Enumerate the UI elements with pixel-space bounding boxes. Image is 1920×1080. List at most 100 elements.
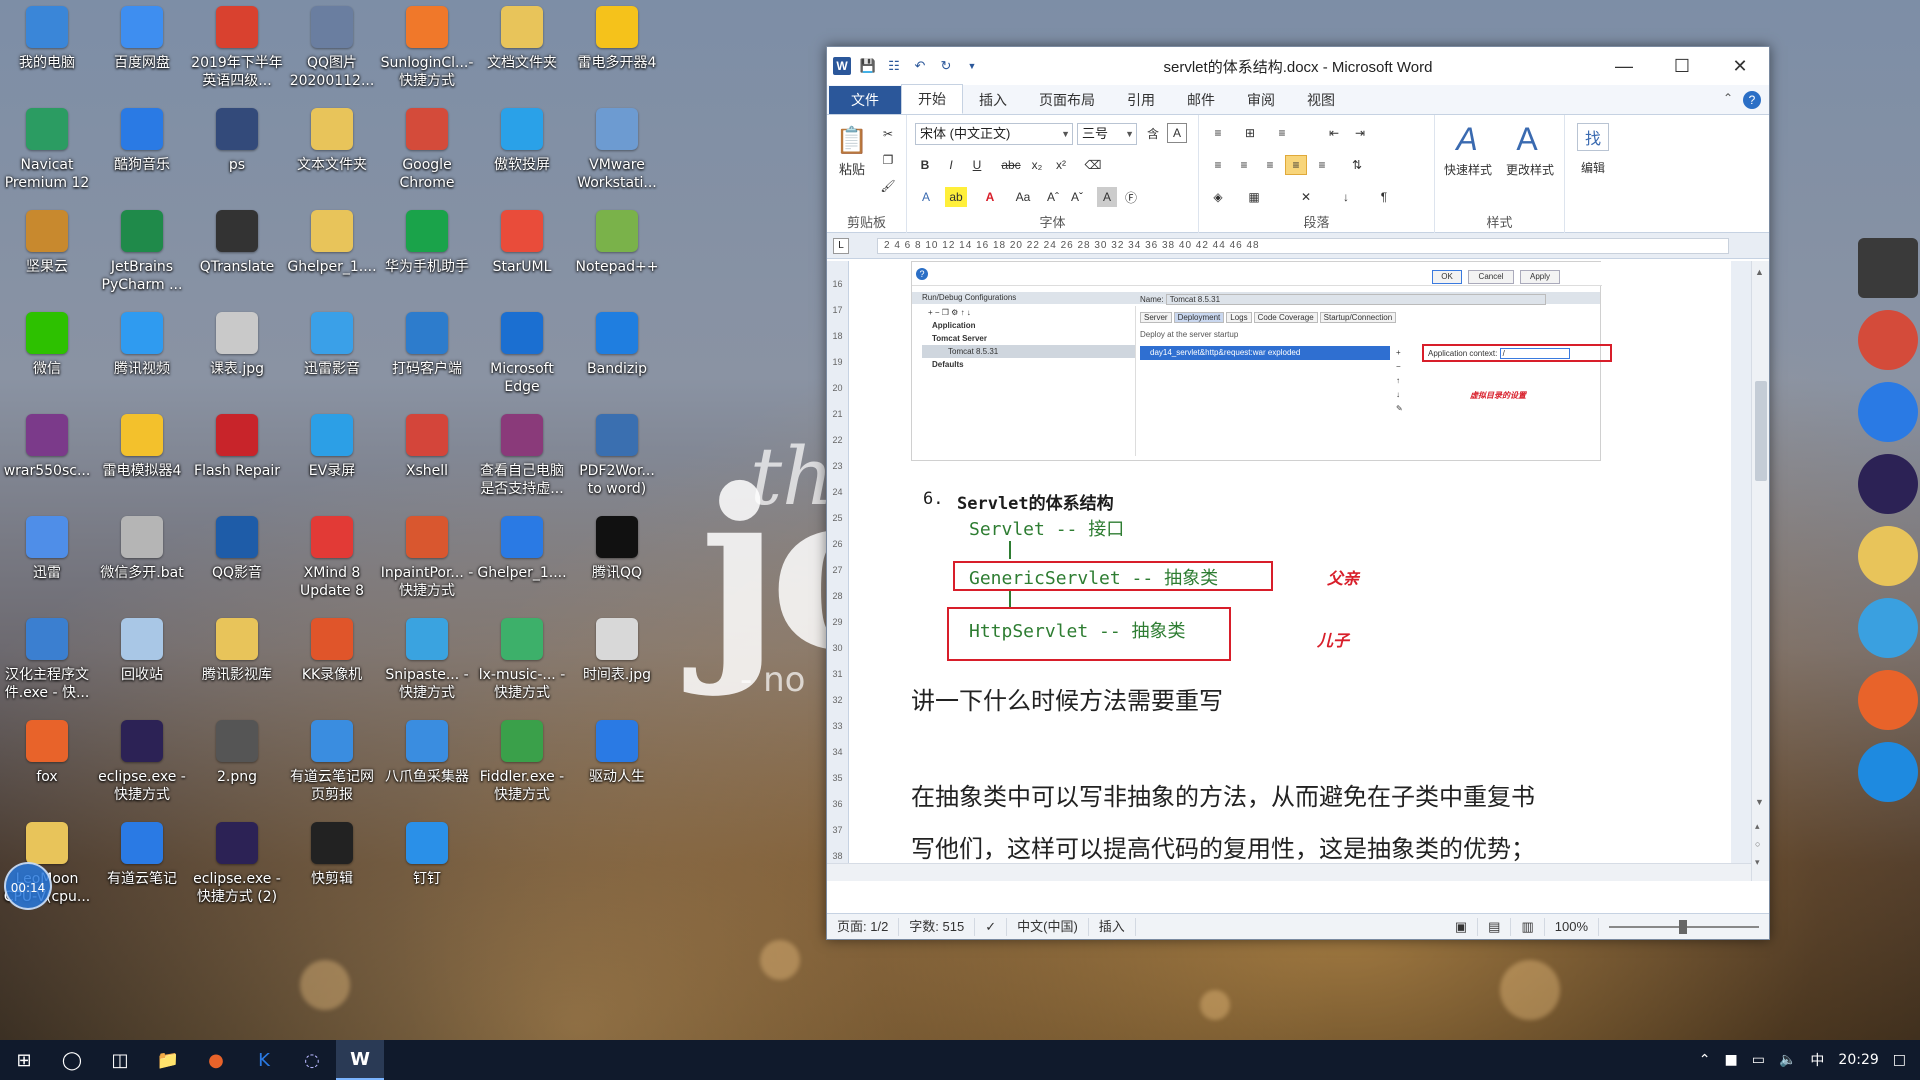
desktop-icon[interactable]: StarUML (475, 206, 569, 276)
chinese-layout-icon[interactable]: ✕ (1295, 187, 1317, 207)
subscript-button[interactable]: x₂ (1027, 155, 1047, 175)
distributed-icon[interactable]: ≡ (1311, 155, 1333, 175)
show-marks-icon[interactable]: ¶ (1373, 187, 1395, 207)
desktop-icon[interactable]: 微信多开.bat (95, 512, 189, 582)
document-page[interactable]: ? OK Cancel Apply Run/Debug Configuratio… (849, 261, 1731, 881)
desktop-icon[interactable]: Xshell (380, 410, 474, 480)
increase-indent-icon[interactable]: ⇥ (1349, 123, 1371, 143)
clear-format-icon[interactable]: ⌫ (1083, 155, 1103, 175)
volume-icon[interactable]: 🔈 (1779, 1052, 1796, 1068)
grid-app-icon[interactable] (1858, 238, 1918, 298)
text-effect-icon[interactable]: A (915, 187, 937, 207)
change-styles-icon[interactable]: A (1507, 121, 1547, 157)
word-taskbar-icon[interactable]: W (336, 1040, 384, 1080)
desktop-icon[interactable]: 课表.jpg (190, 308, 284, 378)
battery-icon[interactable]: ▭ (1752, 1052, 1765, 1068)
web-layout-icon[interactable]: ▥ (1511, 917, 1545, 936)
paste-button[interactable]: 粘贴 (835, 159, 869, 178)
kugou-icon[interactable]: K (240, 1040, 288, 1080)
desktop-icon[interactable]: VMware Workstati... (570, 104, 664, 192)
desktop-icon[interactable]: 八爪鱼采集器 (380, 716, 474, 786)
desktop-icon[interactable]: 迅雷影音 (285, 308, 379, 378)
font-size-select[interactable]: 三号 ▼ (1077, 123, 1137, 145)
align-right-icon[interactable]: ≡ (1259, 155, 1281, 175)
desktop-icon[interactable]: 傲软投屏 (475, 104, 569, 174)
tray-app-icon[interactable]: ■ (1725, 1052, 1738, 1068)
align-center-icon[interactable]: ≡ (1233, 155, 1255, 175)
desktop-icon[interactable]: QTranslate (190, 206, 284, 276)
superscript-button[interactable]: x² (1051, 155, 1071, 175)
decrease-indent-icon[interactable]: ⇤ (1323, 123, 1345, 143)
huawei-hisuite-icon[interactable] (1858, 598, 1918, 658)
enclose-char-icon[interactable]: Ⓕ (1121, 187, 1141, 207)
justify-icon[interactable]: ≡ (1285, 155, 1307, 175)
desktop-icon[interactable]: Ghelper_1.... (475, 512, 569, 582)
char-shading-icon[interactable]: A (1097, 187, 1117, 207)
copy-icon[interactable]: ❐ (879, 151, 897, 169)
desktop-icon[interactable]: Google Chrome (380, 104, 474, 192)
desktop-icon[interactable]: 有道云笔记 (95, 818, 189, 888)
desktop-icon[interactable]: 2.png (190, 716, 284, 786)
find-icon[interactable]: 找 (1577, 123, 1609, 151)
desktop-icon[interactable]: SunloginCl...- 快捷方式 (380, 2, 474, 90)
horizontal-scrollbar[interactable] (827, 863, 1751, 881)
desktop-icon[interactable]: KK录像机 (285, 614, 379, 684)
numbering-icon[interactable]: ⊞ (1239, 123, 1261, 143)
bold-button[interactable]: B (915, 155, 935, 175)
minimize-button[interactable]: — (1595, 47, 1653, 85)
customize-qat-icon[interactable]: ▼ (963, 57, 981, 75)
line-spacing-icon[interactable]: ⇅ (1345, 155, 1369, 175)
desktop-icon[interactable]: 文本文件夹 (285, 104, 379, 174)
desktop-icon[interactable]: 雷电模拟器4 (95, 410, 189, 480)
clock[interactable]: 20:29 (1838, 1052, 1878, 1068)
eclipse-icon[interactable] (1858, 454, 1918, 514)
bullets-icon[interactable]: ≡ (1207, 123, 1229, 143)
strikethrough-button[interactable]: abc (999, 155, 1023, 175)
quick-styles-icon[interactable]: A (1447, 121, 1487, 157)
desktop-icon[interactable]: EV录屏 (285, 410, 379, 480)
desktop-icon[interactable]: Snipaste... - 快捷方式 (380, 614, 474, 702)
folder-icon[interactable] (1858, 526, 1918, 586)
desktop-icon[interactable]: 微信 (0, 308, 94, 378)
chrome-icon[interactable] (1858, 310, 1918, 370)
firefox-icon[interactable]: ● (192, 1040, 240, 1080)
tray-expand-icon[interactable]: ⌃ (1699, 1052, 1711, 1068)
desktop-icon[interactable]: InpaintPor... - 快捷方式 (380, 512, 474, 600)
desktop-icon[interactable]: QQ图片20200112... (285, 2, 379, 90)
tab-3[interactable]: 页面布局 (1023, 86, 1111, 114)
desktop-icon[interactable]: ps (190, 104, 284, 174)
floating-timer[interactable]: 00:14 (4, 862, 52, 910)
zoom-level[interactable]: 100% (1545, 917, 1599, 936)
horizontal-ruler[interactable]: L 2 4 6 8 10 12 14 16 18 20 22 24 26 28 … (827, 233, 1769, 259)
desktop-icon[interactable]: eclipse.exe - 快捷方式 (95, 716, 189, 804)
desktop-icon[interactable]: 百度网盘 (95, 2, 189, 72)
desktop-icon[interactable]: 驱动人生 (570, 716, 664, 786)
desktop-icon[interactable]: 打码客户端 (380, 308, 474, 378)
close-button[interactable]: ✕ (1711, 47, 1769, 85)
change-case-icon[interactable]: Aa (1011, 187, 1035, 207)
desktop-icon[interactable]: 腾讯影视库 (190, 614, 284, 684)
tab-1[interactable]: 开始 (901, 84, 963, 114)
scroll-up-icon[interactable]: ▲ (1755, 267, 1764, 277)
word-count[interactable]: 字数: 515 (899, 917, 976, 936)
print-layout-icon[interactable]: ▣ (1445, 917, 1479, 936)
align-left-icon[interactable]: ≡ (1207, 155, 1229, 175)
eclipse-icon[interactable]: ◌ (288, 1040, 336, 1080)
zoom-slider-thumb[interactable] (1679, 919, 1687, 934)
desktop-icon[interactable]: 快剪辑 (285, 818, 379, 888)
desktop-icon[interactable]: QQ影音 (190, 512, 284, 582)
char-border-icon[interactable]: A (1167, 123, 1187, 143)
desktop-icon[interactable]: 钉钉 (380, 818, 474, 888)
kugou-icon[interactable] (1858, 382, 1918, 442)
desktop-icon[interactable]: 查看自己电脑是否支持虚... (475, 410, 569, 498)
desktop-icon[interactable]: XMind 8 Update 8 (285, 512, 379, 600)
desktop-icon[interactable]: lx-music-... - 快捷方式 (475, 614, 569, 702)
tab-6[interactable]: 审阅 (1231, 86, 1291, 114)
desktop-icon[interactable]: Navicat Premium 12 (0, 104, 94, 192)
tab-5[interactable]: 邮件 (1171, 86, 1231, 114)
vertical-scrollbar[interactable]: ▲ ▼ ▴ ○ ▾ (1751, 261, 1769, 881)
desktop-icon[interactable]: Notepad++ (570, 206, 664, 276)
proofing-icon[interactable]: ✓ (975, 917, 1008, 936)
scrollbar-thumb[interactable] (1755, 381, 1767, 481)
print-preview-icon[interactable]: ☷ (885, 57, 903, 75)
